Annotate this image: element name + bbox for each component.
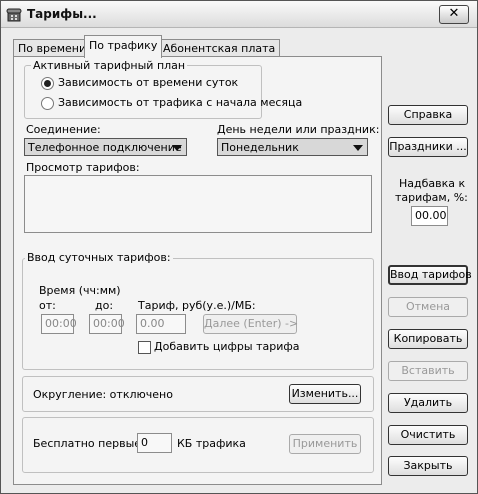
close-button[interactable]: Закрыть bbox=[388, 456, 468, 476]
help-button[interactable]: Справка bbox=[388, 105, 468, 125]
rounding-group: Округление: отключено Изменить... bbox=[22, 376, 374, 412]
chevron-down-icon bbox=[353, 145, 363, 151]
weekday-select[interactable]: Понедельник bbox=[217, 138, 368, 156]
cancel-button[interactable]: Отмена bbox=[388, 297, 468, 317]
connection-label: Соединение: bbox=[26, 123, 101, 136]
title-bar: Тарифы... ✕ bbox=[1, 1, 477, 28]
apply-button[interactable]: Применить bbox=[289, 434, 361, 454]
time-format-label: Время (чч:мм) bbox=[39, 284, 121, 297]
daily-tariffs-group: Ввод суточных тарифов: Время (чч:мм) от:… bbox=[22, 251, 374, 370]
free-prefix-label: Бесплатно первые bbox=[33, 437, 142, 450]
time-from-input[interactable]: 00:00 bbox=[41, 314, 77, 334]
radio-traffic-dependency[interactable] bbox=[41, 97, 54, 110]
tariff-label: Тариф, руб(у.е.)/МБ: bbox=[138, 299, 256, 312]
enter-tariffs-button[interactable]: Ввод тарифов bbox=[388, 265, 472, 285]
tab-by-traffic[interactable]: По трафику bbox=[84, 35, 163, 58]
radio-traffic-label[interactable]: Зависимость от трафика с начала месяца bbox=[58, 96, 302, 109]
to-label: до: bbox=[95, 299, 114, 312]
connection-select[interactable]: Телефонное подключение bbox=[24, 138, 187, 156]
close-icon[interactable]: ✕ bbox=[439, 5, 469, 24]
change-rounding-button[interactable]: Изменить... bbox=[289, 384, 361, 404]
radio-time-dependency[interactable] bbox=[41, 77, 54, 90]
clear-button[interactable]: Очистить bbox=[388, 425, 468, 445]
rounding-status: Округление: отключено bbox=[33, 388, 173, 401]
free-kb-input[interactable]: 0 bbox=[137, 433, 172, 453]
holidays-button[interactable]: Праздники ... bbox=[388, 137, 468, 157]
markup-input[interactable]: 00.00 bbox=[411, 206, 448, 226]
radio-time-label[interactable]: Зависимость от времени суток bbox=[58, 76, 238, 89]
traffic-tab-panel: Активный тарифный план Зависимость от вр… bbox=[13, 56, 382, 485]
tariff-preview-list[interactable] bbox=[24, 175, 372, 233]
active-plan-group: Активный тарифный план Зависимость от вр… bbox=[24, 59, 302, 119]
add-digits-label[interactable]: Добавить цифры тарифа bbox=[154, 340, 300, 353]
tariff-input[interactable]: 0.00 bbox=[136, 314, 186, 334]
add-digits-checkbox[interactable] bbox=[138, 341, 151, 354]
tab-by-time[interactable]: По времени bbox=[13, 39, 92, 57]
free-suffix-label: КБ трафика bbox=[177, 437, 246, 450]
weekday-label: День недели или праздник: bbox=[217, 123, 380, 136]
chevron-down-icon bbox=[172, 145, 182, 151]
tariffs-window: Тарифы... ✕ По времени По трафику Абонен… bbox=[0, 0, 478, 494]
free-traffic-group: Бесплатно первые 0 КБ трафика Применить bbox=[22, 417, 374, 473]
time-to-input[interactable]: 00:00 bbox=[89, 314, 125, 334]
active-plan-legend: Активный тарифный план bbox=[31, 59, 188, 72]
next-button[interactable]: Далее (Enter) -> bbox=[203, 314, 298, 334]
phone-icon bbox=[6, 6, 22, 22]
tab-subscription-fee[interactable]: Абонентская плата bbox=[158, 39, 281, 57]
preview-label: Просмотр тарифов: bbox=[26, 161, 140, 174]
markup-label-line1: Надбавка к bbox=[399, 177, 466, 190]
from-label: от: bbox=[39, 299, 56, 312]
window-title: Тарифы... bbox=[27, 7, 97, 21]
copy-button[interactable]: Копировать bbox=[388, 329, 468, 349]
markup-label-line2: тарифам, %: bbox=[395, 191, 468, 204]
delete-button[interactable]: Удалить bbox=[388, 393, 468, 413]
paste-button[interactable]: Вставить bbox=[388, 361, 468, 381]
weekday-value: Понедельник bbox=[221, 141, 299, 154]
daily-tariffs-legend: Ввод суточных тарифов: bbox=[25, 251, 173, 264]
connection-value: Телефонное подключение bbox=[28, 141, 182, 154]
